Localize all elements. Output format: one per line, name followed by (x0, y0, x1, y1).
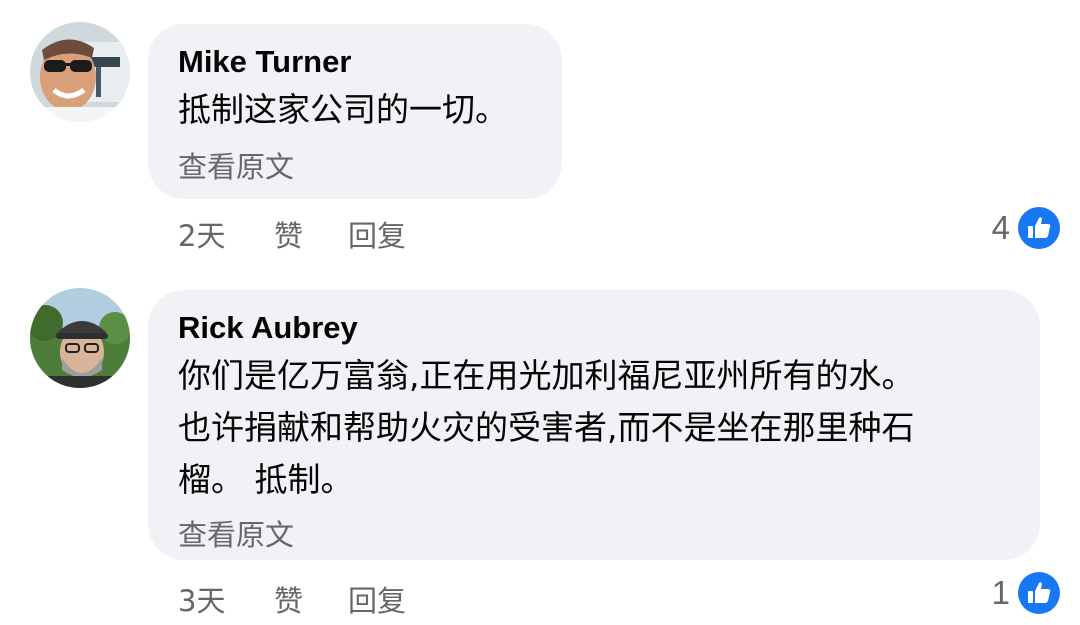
comment-timestamp[interactable]: 3天 (178, 578, 225, 620)
comment-item: Rick Aubrey 你们是亿万富翁,正在用光加利福尼亚州所有的水。 也许捐献… (0, 270, 1080, 625)
reaction-summary[interactable]: 1 (940, 572, 1060, 616)
reaction-count: 1 (991, 574, 1010, 611)
comment-text: 你们是亿万富翁,正在用光加利福尼亚州所有的水。 也许捐献和帮助火灾的受害者,而不… (178, 356, 915, 499)
thumbs-up-icon (1018, 572, 1060, 614)
see-original-link[interactable]: 查看原文 (178, 144, 294, 186)
like-button[interactable]: 赞 (274, 213, 303, 255)
comment-bubble: Rick Aubrey 你们是亿万富翁,正在用光加利福尼亚州所有的水。 也许捐献… (148, 290, 1040, 560)
comment-item: Mike Turner 抵制这家公司的一切。 查看原文 2天 赞 回复 4 (0, 0, 1080, 270)
comment-author[interactable]: Rick Aubrey (178, 310, 358, 346)
thumbs-up-icon (1018, 207, 1060, 249)
reply-button[interactable]: 回复 (348, 213, 406, 255)
avatar-photo (30, 288, 130, 388)
comment-author[interactable]: Mike Turner (178, 44, 351, 80)
see-original-link[interactable]: 查看原文 (178, 512, 294, 554)
comment-timestamp[interactable]: 2天 (178, 213, 225, 255)
reaction-summary[interactable]: 4 (940, 207, 1060, 251)
avatar[interactable] (30, 288, 130, 388)
avatar-photo (30, 22, 130, 122)
comment-bubble: Mike Turner 抵制这家公司的一切。 查看原文 (148, 24, 562, 199)
comment-text: 抵制这家公司的一切。 (178, 90, 508, 129)
avatar[interactable] (30, 22, 130, 122)
reaction-count: 4 (991, 209, 1010, 246)
like-button[interactable]: 赞 (274, 578, 303, 620)
reply-button[interactable]: 回复 (348, 578, 406, 620)
